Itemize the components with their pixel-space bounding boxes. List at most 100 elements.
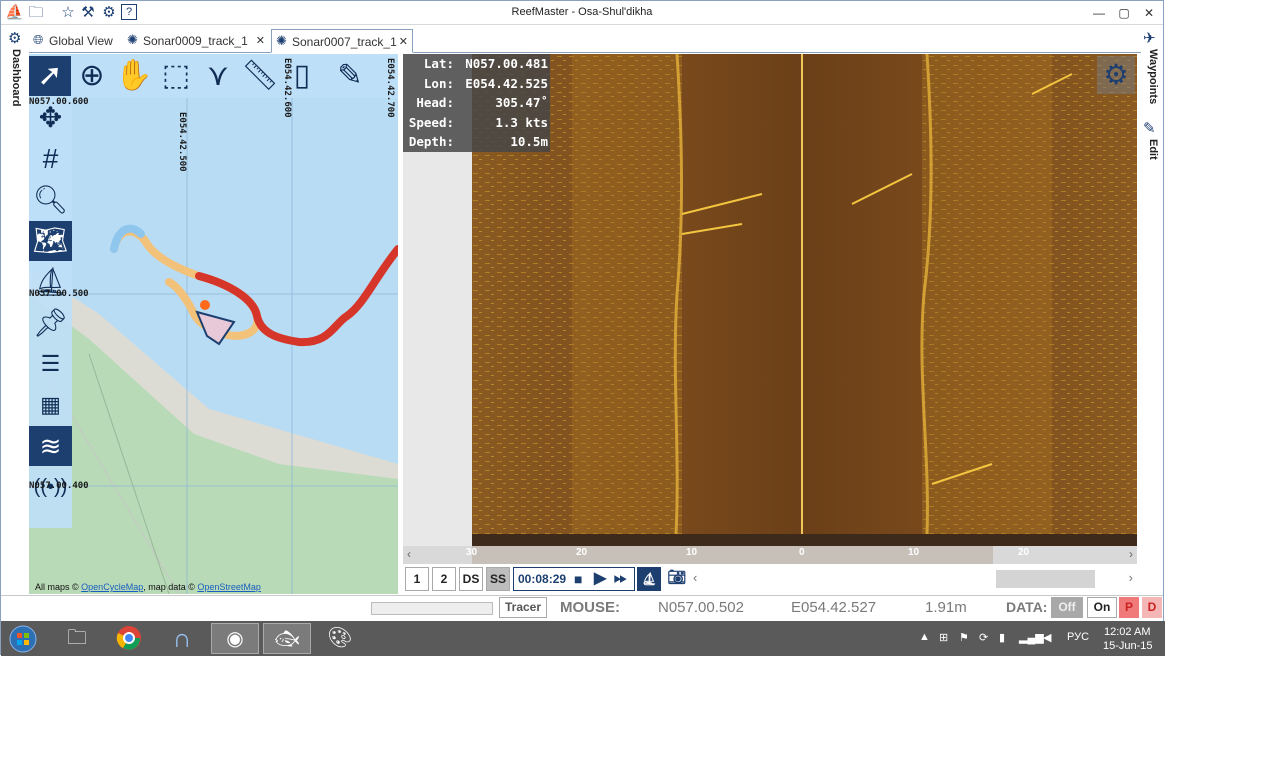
select-tool-icon[interactable]: ➚ [29,56,71,96]
close-button[interactable]: ✕ [1137,4,1161,22]
progress-bar [371,602,493,615]
map-credit: All maps © OpenCycleMap, map data © Open… [35,582,261,592]
tab-global-view[interactable]: 🌐︎ Global View [29,29,121,53]
fast-forward-icon[interactable]: ⏩︎ [614,568,627,590]
status-bar: Tracer MOUSE: N057.00.502 E054.42.527 1.… [1,595,1163,620]
p-button[interactable]: P [1119,597,1139,618]
tab-bar: 🌐︎ Global View ✺ Sonar0009_track_1 ✕ ✺ S… [29,29,1141,53]
reefmaster-app-icon[interactable]: 🐟︎ [263,623,311,654]
windows-taskbar: 🗀 ∩ ◉ 🐟︎ 🎨︎ ▲ ⊞ ⚑ ⟳ ▮ ▂▄▆ ◀ РУС 12:02 AM… [1,621,1165,656]
speed-label: Speed: [408,114,454,130]
pan-hand-icon[interactable]: ✋ [113,56,155,96]
map-view[interactable]: ➚ ⊕ ✋ ⬚ ⋎ 📏︎ ▯ ✎ ✥ # 🔍︎ 🗺︎ ⛵︎ 📌︎ ☰ ▦ ≋ (… [29,54,398,594]
openstreetmap-link[interactable]: OpenStreetMap [197,582,261,592]
zoom-tool-icon[interactable]: ⊕ [71,56,113,96]
file-explorer-icon[interactable]: 🗀 [53,623,101,654]
tray-expand-icon[interactable]: ▲ [919,631,930,643]
scroll-left-icon[interactable]: ‹ [693,570,697,585]
volume-icon[interactable]: ◀ [1043,631,1051,644]
gear-icon: ⚙ [8,30,22,47]
lat-value: N057.00.481 [465,56,548,71]
clock-date[interactable]: 15-Jun-15 [1103,640,1153,652]
mouse-lat: N057.00.502 [658,599,744,616]
tab-sonar0009[interactable]: ✺ Sonar0009_track_1 ✕ [123,29,269,53]
box-select-icon[interactable]: ⬚ [155,56,197,96]
waypoint-icon: ✈ [1143,30,1156,47]
chrome-icon[interactable] [105,623,153,654]
reefmaster-window: ⛵ 🗀 ☆ ⚒ ⚙ ? ReefMaster - Osa-Shul'dikha … [0,0,1165,656]
map-layer-icon[interactable]: 🗺︎ [29,221,72,261]
ruler-icon[interactable]: 📏︎ [239,56,281,96]
depth-layers-icon[interactable]: ☰ [29,344,72,384]
map-canvas[interactable] [29,54,398,594]
edit-tab[interactable]: Edit [1147,139,1159,160]
grid-label-lat-bottom: N057.00.400 [29,481,89,491]
boat-follow-icon[interactable]: ⛵︎ [637,567,661,591]
playback-time: 00:08:29 [518,572,567,586]
start-button-icon[interactable] [3,623,43,654]
minimize-button[interactable]: — [1087,4,1111,22]
downscan-button[interactable]: DS [459,567,483,591]
sonar-app-icon[interactable]: ◉ [211,623,259,654]
grid-label-lat-top: N057.00.600 [29,97,89,107]
grid-label-lat-mid: N057.00.500 [29,289,89,299]
sidescan-button[interactable]: SS [486,567,510,591]
sonar-info-panel: Lat: N057.00.481 Lon: E054.42.525 Head: 305… [403,54,550,152]
speed-value: 1.3 kts [495,114,548,130]
flag-icon[interactable]: ⚑ [959,631,969,644]
channel-2-button[interactable]: 2 [432,567,456,591]
scroll-right-icon[interactable]: › [1129,570,1133,585]
data-label: DATA: [1006,599,1048,615]
pin-icon[interactable]: 📌︎ [29,303,72,343]
clock-time[interactable]: 12:02 AM [1104,626,1150,638]
data-on-button[interactable]: On [1087,597,1117,618]
pencil-icon[interactable]: ✎ [329,56,371,96]
side-scan-image[interactable] [472,54,1137,534]
signal-icon[interactable]: ▂▄▆ [1019,631,1044,644]
playback-controls: 1 2 DS SS 00:08:29 ■ ▶ ⏩︎ ⛵︎ 📷︎ ‹ › [403,564,1137,594]
battery-icon[interactable]: ▮ [999,631,1005,644]
tab-sonar0007[interactable]: ✺ Sonar0007_track_1 ✕ [271,29,413,53]
d-button[interactable]: D [1142,597,1162,618]
sonar-view[interactable]: Lat: N057.00.481 Lon: E054.42.525 Head: 305… [403,54,1137,564]
windows-logo-icon [9,625,37,653]
playback-scroll-thumb[interactable] [996,570,1095,588]
windows-tray-icon[interactable]: ⊞ [939,631,948,644]
range-ruler [472,534,1137,546]
mouse-lon: E054.42.527 [791,599,877,616]
map-side-toolbar: ✥ # 🔍︎ 🗺︎ ⛵︎ 📌︎ ☰ ▦ ≋ ((•)) [29,98,72,528]
camera-icon[interactable]: 📷︎ [665,567,689,591]
range-scrollbar[interactable]: ‹ 30 20 10 0 10 20 › [403,546,1137,564]
magnet-app-icon[interactable]: ∩ [158,623,206,654]
close-tab-icon[interactable]: ✕ [256,29,265,53]
dashboard-label[interactable]: Dashboard [10,49,22,106]
range-label: 10 [686,547,698,558]
waypoints-tab[interactable]: Waypoints [1147,49,1159,104]
texture-icon[interactable]: ▦ [29,385,72,425]
grid-label-lon2: E054.42.600 [282,58,292,118]
opencyclemap-link[interactable]: OpenCycleMap [81,582,143,592]
sonar-settings-gear-icon[interactable]: ⚙ [1097,56,1135,94]
sonar-beam-icon[interactable]: ≋ [29,426,72,466]
range-label: 10 [908,547,920,558]
lon-value: E054.42.525 [465,75,548,91]
play-icon[interactable]: ▶ [594,568,606,590]
channel-1-button[interactable]: 1 [405,567,429,591]
dashboard-panel[interactable]: ⚙ Dashboard [1,27,29,597]
data-off-button[interactable]: Off [1051,597,1083,618]
stop-icon[interactable]: ■ [574,568,582,590]
zoom-extent-icon[interactable]: 🔍︎ [29,180,72,220]
sync-icon[interactable]: ⟳ [979,631,988,644]
scroll-left-icon[interactable]: ‹ [407,547,411,561]
scroll-right-icon[interactable]: › [1129,547,1133,561]
close-tab-icon[interactable]: ✕ [399,30,408,54]
maximize-button[interactable]: ▢ [1112,4,1136,22]
right-side-panel: ✈ Waypoints ✎ Edit [1139,27,1163,597]
tracer-button[interactable]: Tracer [499,597,547,618]
route-tool-icon[interactable]: ⋎ [197,56,239,96]
tab-label: Global View [49,34,113,48]
grid-icon[interactable]: # [29,139,72,179]
tab-label: Sonar0009_track_1 [143,34,248,48]
paint-app-icon[interactable]: 🎨︎ [316,623,364,654]
language-indicator[interactable]: РУС [1067,631,1089,643]
